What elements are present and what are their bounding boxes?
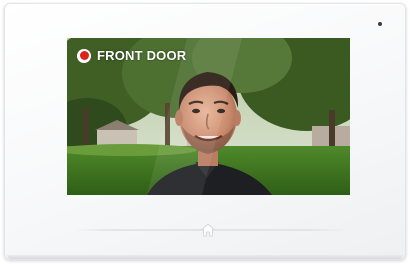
record-icon: [77, 48, 91, 63]
camera-name: FRONT DOOR: [97, 48, 187, 63]
camera-label: FRONT DOOR: [77, 48, 186, 63]
device-bottom-edge: [7, 255, 403, 259]
camera-sensor: [378, 22, 382, 26]
video-feed-screen[interactable]: FRONT DOOR: [67, 38, 350, 195]
home-icon: [200, 223, 216, 237]
home-button[interactable]: [200, 222, 216, 238]
